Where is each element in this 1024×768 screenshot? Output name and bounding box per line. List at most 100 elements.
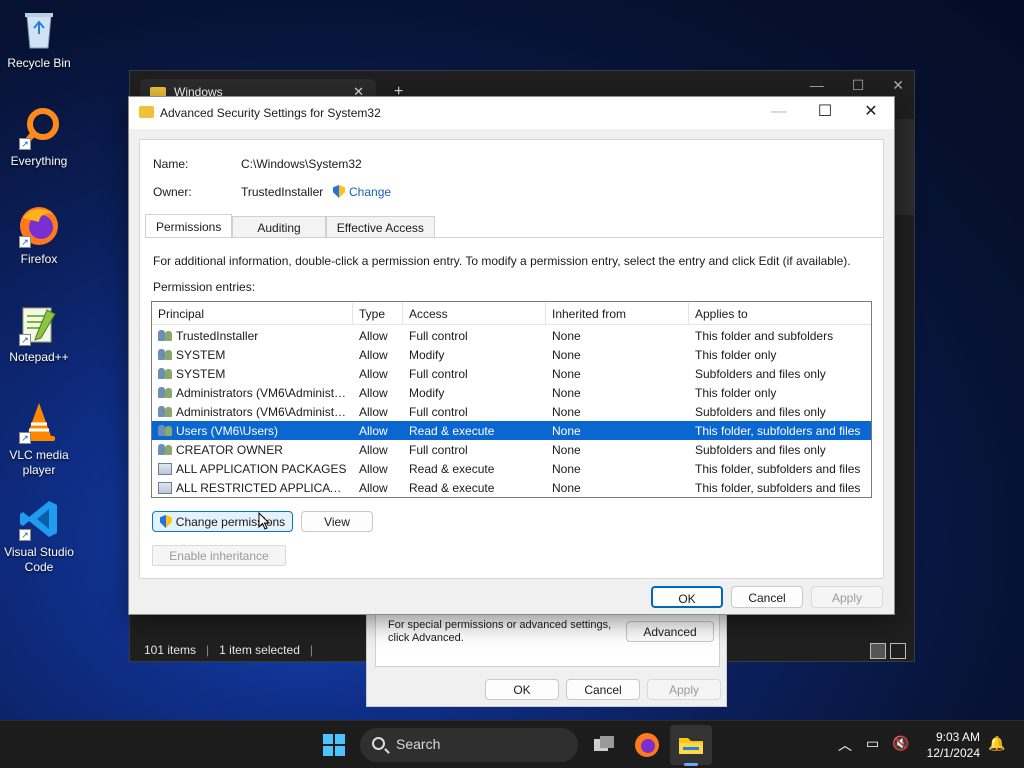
column-applies-to[interactable]: Applies to — [689, 302, 871, 325]
apply-button[interactable]: Apply — [811, 586, 883, 608]
desktop-icon-vlc[interactable]: ↗ VLC media player — [2, 400, 76, 478]
cell-applies-to: Subfolders and files only — [689, 364, 871, 383]
desktop-icon-everything[interactable]: ↗ Everything — [2, 106, 76, 169]
windows-logo-icon — [323, 734, 345, 756]
permission-entry-row[interactable]: ALL RESTRICTED APPLICATION ... Allow Read … — [152, 478, 871, 497]
column-principal[interactable]: Principal — [152, 302, 353, 325]
cell-access-text: Modify — [409, 348, 445, 362]
cell-inherited-from: None — [546, 459, 689, 478]
start-button[interactable] — [318, 729, 350, 761]
cell-access-text: Read & execute — [409, 481, 495, 495]
clock-date: 12/1/2024 — [926, 746, 980, 760]
user-group-icon — [158, 386, 173, 399]
permission-entries-list[interactable]: Principal Type Access Inherited from App… — [151, 301, 872, 498]
tab-auditing[interactable]: Auditing — [232, 216, 326, 238]
change-permissions-button[interactable]: Change permissions — [152, 511, 293, 532]
change-owner-link[interactable]: Change — [333, 185, 391, 199]
properties-ok-button[interactable]: OK — [485, 679, 559, 700]
close-icon[interactable]: ✕ — [892, 77, 904, 94]
owner-value: TrustedInstaller — [241, 185, 324, 199]
cell-access: Modify — [403, 345, 546, 364]
tiles-view-icon[interactable] — [890, 643, 906, 659]
explorer-side-strip — [892, 119, 914, 215]
permission-entry-row[interactable]: SYSTEM Allow Full control None Subfolders an… — [152, 364, 871, 383]
cell-access-text: Modify — [409, 386, 445, 400]
permission-entry-row[interactable]: Users (VM6\Users) Allow Read & execute None… — [152, 421, 871, 440]
network-icon[interactable]: ▭ — [866, 735, 879, 752]
cell-inherited-from-text: None — [552, 386, 581, 400]
cell-type: Allow — [353, 440, 403, 459]
properties-apply-button[interactable]: Apply — [647, 679, 721, 700]
ok-button[interactable]: OK — [651, 586, 723, 608]
column-access[interactable]: Access — [403, 302, 546, 325]
shortcut-arrow-icon: ↗ — [19, 334, 31, 346]
folder-icon — [139, 106, 154, 118]
cell-access-text: Read & execute — [409, 424, 495, 438]
cell-access: Full control — [403, 440, 546, 459]
properties-cancel-button[interactable]: Cancel — [566, 679, 640, 700]
permission-entry-row[interactable]: TrustedInstaller Allow Full control None Thi… — [152, 326, 871, 345]
taskbar-clock[interactable]: 9:03 AM 12/1/2024 — [927, 729, 980, 761]
minimize-icon[interactable]: — — [756, 97, 802, 129]
show-hidden-icons-chevron-icon[interactable]: ︿ — [838, 735, 852, 755]
permission-entry-row[interactable]: CREATOR OWNER Allow Full control None Subfol… — [152, 440, 871, 459]
cell-applies-to-text: Subfolders and files only — [695, 405, 826, 419]
taskbar-search[interactable]: Search — [360, 728, 578, 762]
permission-entry-row[interactable]: SYSTEM Allow Modify None This folder only — [152, 345, 871, 364]
cell-type-text: Allow — [359, 462, 388, 476]
cell-inherited-from-text: None — [552, 443, 581, 457]
desktop-icon-label: Firefox — [20, 252, 58, 266]
cell-inherited-from-text: None — [552, 348, 581, 362]
cell-applies-to-text: Subfolders and files only — [695, 443, 826, 457]
tab-permissions[interactable]: Permissions — [145, 214, 233, 238]
cell-access-text: Full control — [409, 329, 468, 343]
close-icon[interactable]: ✕ — [848, 97, 894, 129]
desktop-icon-label: Everything — [10, 154, 68, 168]
everything-icon: ↗ — [17, 106, 61, 150]
cell-applies-to-text: Subfolders and files only — [695, 367, 826, 381]
maximize-icon[interactable]: ☐ — [802, 97, 848, 129]
firefox-icon: ↗ — [17, 204, 61, 248]
permission-entry-row[interactable]: Administrators (VM6\Administr... Allow Ful… — [152, 402, 871, 421]
maximize-icon[interactable]: ☐ — [852, 77, 865, 94]
cell-type: Allow — [353, 459, 403, 478]
enable-inheritance-button[interactable]: Enable inheritance — [152, 545, 286, 566]
cell-type: Allow — [353, 364, 403, 383]
permission-entry-row[interactable]: ALL APPLICATION PACKAGES Allow Read & exec… — [152, 459, 871, 478]
desktop-icon-recycle-bin[interactable]: Recycle Bin — [2, 8, 76, 71]
taskbar-file-explorer[interactable] — [675, 729, 707, 761]
cell-inherited-from-text: None — [552, 367, 581, 381]
cell-applies-to-text: This folder only — [695, 386, 777, 400]
cell-type-text: Allow — [359, 367, 388, 381]
status-separator: | — [309, 643, 313, 657]
cancel-button[interactable]: Cancel — [731, 586, 803, 608]
cell-principal: SYSTEM — [152, 364, 353, 383]
minimize-icon[interactable]: — — [810, 77, 824, 94]
tab-effective-access[interactable]: Effective Access — [325, 216, 435, 238]
user-group-icon — [158, 348, 173, 361]
column-inherited-from[interactable]: Inherited from — [546, 302, 689, 325]
details-view-icon[interactable] — [870, 643, 886, 659]
volume-muted-icon[interactable]: 🔇 — [892, 735, 909, 752]
desktop-icon-vscode[interactable]: ↗ Visual Studio Code — [2, 497, 76, 575]
task-view-button[interactable] — [588, 729, 620, 761]
desktop-icon-notepadpp[interactable]: ↗ Notepad++ — [2, 302, 76, 365]
change-link-label: Change — [349, 185, 392, 199]
uac-shield-icon — [333, 185, 345, 198]
mouse-cursor-icon — [258, 512, 270, 530]
desktop-icon-firefox[interactable]: ↗ Firefox — [2, 204, 76, 267]
view-button[interactable]: View — [301, 511, 373, 532]
notification-bell-icon[interactable]: 🔔 — [988, 735, 1005, 752]
cell-access: Read & execute — [403, 478, 546, 497]
column-type[interactable]: Type — [353, 302, 403, 325]
permission-entry-row[interactable]: Administrators (VM6\Administr... Allow Mod… — [152, 383, 871, 402]
task-view-icon — [594, 736, 614, 751]
cell-access: Read & execute — [403, 421, 546, 440]
taskbar-firefox[interactable] — [631, 729, 663, 761]
clock-time: 9:03 AM — [935, 730, 980, 744]
cell-principal: Administrators (VM6\Administr... — [152, 402, 353, 421]
cell-access: Full control — [403, 326, 546, 345]
cell-type: Allow — [353, 345, 403, 364]
advanced-button[interactable]: Advanced — [626, 621, 714, 642]
dialog-title-bar: Advanced Security Settings for System32 … — [129, 97, 894, 129]
